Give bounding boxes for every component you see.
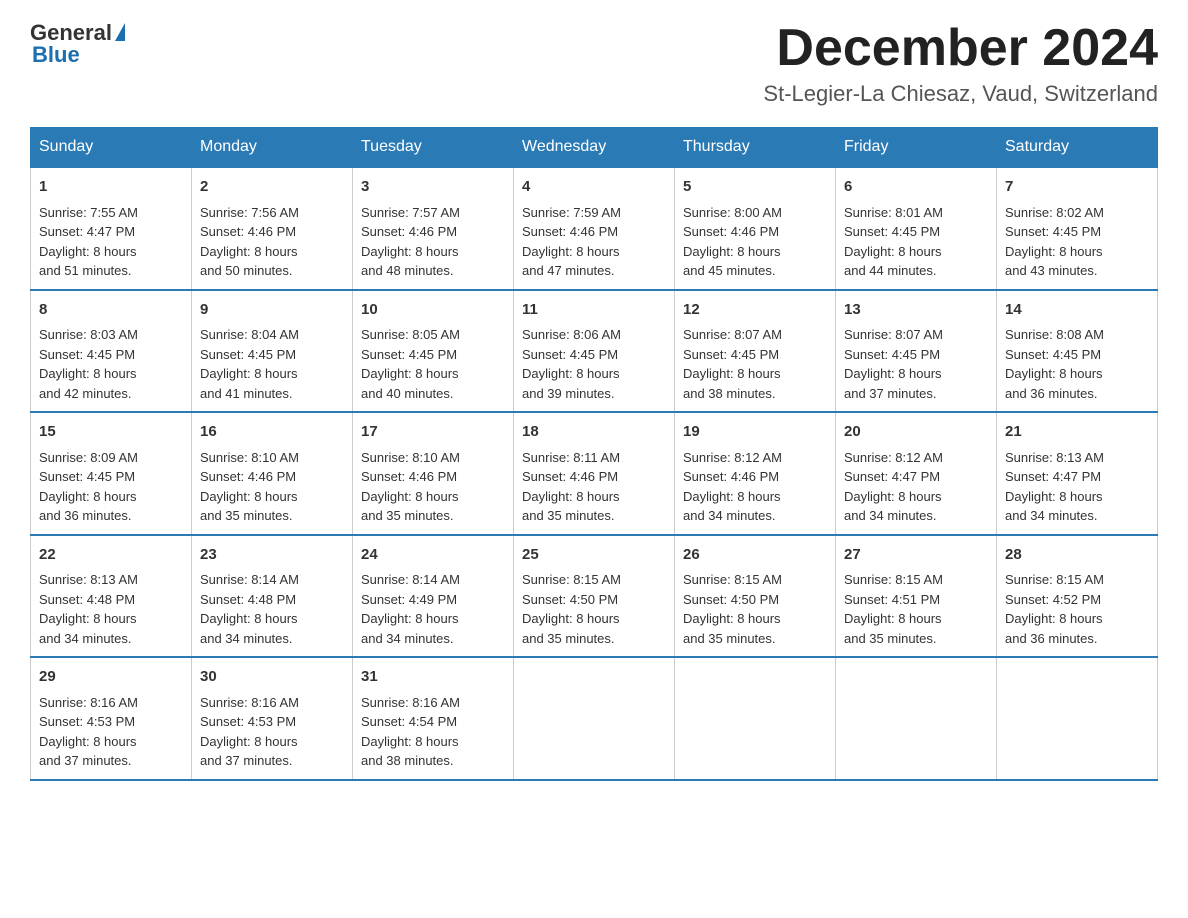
day-number: 31 xyxy=(361,666,505,689)
day-number: 10 xyxy=(361,299,505,322)
calendar-week-row: 15Sunrise: 8:09 AMSunset: 4:45 PMDayligh… xyxy=(31,412,1158,535)
weekday-header-saturday: Saturday xyxy=(997,128,1158,168)
calendar-cell: 8Sunrise: 8:03 AMSunset: 4:45 PMDaylight… xyxy=(31,290,192,413)
weekday-header-friday: Friday xyxy=(836,128,997,168)
calendar-cell: 1Sunrise: 7:55 AMSunset: 4:47 PMDaylight… xyxy=(31,167,192,290)
logo: General Blue xyxy=(30,20,125,68)
calendar-cell: 31Sunrise: 8:16 AMSunset: 4:54 PMDayligh… xyxy=(353,657,514,780)
day-number: 22 xyxy=(39,544,183,567)
day-number: 1 xyxy=(39,176,183,199)
calendar-week-row: 8Sunrise: 8:03 AMSunset: 4:45 PMDaylight… xyxy=(31,290,1158,413)
calendar-cell: 13Sunrise: 8:07 AMSunset: 4:45 PMDayligh… xyxy=(836,290,997,413)
calendar-cell: 30Sunrise: 8:16 AMSunset: 4:53 PMDayligh… xyxy=(192,657,353,780)
day-number: 9 xyxy=(200,299,344,322)
day-number: 24 xyxy=(361,544,505,567)
calendar-cell: 6Sunrise: 8:01 AMSunset: 4:45 PMDaylight… xyxy=(836,167,997,290)
day-number: 8 xyxy=(39,299,183,322)
day-number: 28 xyxy=(1005,544,1149,567)
calendar-cell: 3Sunrise: 7:57 AMSunset: 4:46 PMDaylight… xyxy=(353,167,514,290)
calendar-cell xyxy=(836,657,997,780)
calendar-cell: 26Sunrise: 8:15 AMSunset: 4:50 PMDayligh… xyxy=(675,535,836,658)
day-number: 29 xyxy=(39,666,183,689)
calendar-cell: 12Sunrise: 8:07 AMSunset: 4:45 PMDayligh… xyxy=(675,290,836,413)
day-number: 5 xyxy=(683,176,827,199)
location-title: St-Legier-La Chiesaz, Vaud, Switzerland xyxy=(763,81,1158,107)
day-number: 20 xyxy=(844,421,988,444)
calendar-cell: 17Sunrise: 8:10 AMSunset: 4:46 PMDayligh… xyxy=(353,412,514,535)
day-number: 30 xyxy=(200,666,344,689)
calendar-cell: 20Sunrise: 8:12 AMSunset: 4:47 PMDayligh… xyxy=(836,412,997,535)
title-block: December 2024 St-Legier-La Chiesaz, Vaud… xyxy=(763,20,1158,107)
calendar-cell: 22Sunrise: 8:13 AMSunset: 4:48 PMDayligh… xyxy=(31,535,192,658)
calendar-cell: 11Sunrise: 8:06 AMSunset: 4:45 PMDayligh… xyxy=(514,290,675,413)
day-number: 25 xyxy=(522,544,666,567)
weekday-header-monday: Monday xyxy=(192,128,353,168)
calendar-week-row: 29Sunrise: 8:16 AMSunset: 4:53 PMDayligh… xyxy=(31,657,1158,780)
calendar-cell: 24Sunrise: 8:14 AMSunset: 4:49 PMDayligh… xyxy=(353,535,514,658)
day-number: 4 xyxy=(522,176,666,199)
day-number: 11 xyxy=(522,299,666,322)
weekday-header-wednesday: Wednesday xyxy=(514,128,675,168)
day-number: 19 xyxy=(683,421,827,444)
calendar-week-row: 22Sunrise: 8:13 AMSunset: 4:48 PMDayligh… xyxy=(31,535,1158,658)
calendar-cell: 21Sunrise: 8:13 AMSunset: 4:47 PMDayligh… xyxy=(997,412,1158,535)
day-number: 26 xyxy=(683,544,827,567)
calendar-week-row: 1Sunrise: 7:55 AMSunset: 4:47 PMDaylight… xyxy=(31,167,1158,290)
calendar-cell: 5Sunrise: 8:00 AMSunset: 4:46 PMDaylight… xyxy=(675,167,836,290)
calendar-cell xyxy=(997,657,1158,780)
calendar-cell: 15Sunrise: 8:09 AMSunset: 4:45 PMDayligh… xyxy=(31,412,192,535)
calendar-cell: 7Sunrise: 8:02 AMSunset: 4:45 PMDaylight… xyxy=(997,167,1158,290)
calendar-cell xyxy=(675,657,836,780)
weekday-header-sunday: Sunday xyxy=(31,128,192,168)
day-number: 6 xyxy=(844,176,988,199)
day-number: 27 xyxy=(844,544,988,567)
day-number: 13 xyxy=(844,299,988,322)
calendar-cell: 2Sunrise: 7:56 AMSunset: 4:46 PMDaylight… xyxy=(192,167,353,290)
logo-blue-text: Blue xyxy=(32,42,80,68)
day-number: 14 xyxy=(1005,299,1149,322)
day-number: 18 xyxy=(522,421,666,444)
weekday-header-row: SundayMondayTuesdayWednesdayThursdayFrid… xyxy=(31,128,1158,168)
month-title: December 2024 xyxy=(763,20,1158,77)
day-number: 17 xyxy=(361,421,505,444)
calendar-cell: 28Sunrise: 8:15 AMSunset: 4:52 PMDayligh… xyxy=(997,535,1158,658)
calendar-cell: 25Sunrise: 8:15 AMSunset: 4:50 PMDayligh… xyxy=(514,535,675,658)
calendar-cell: 9Sunrise: 8:04 AMSunset: 4:45 PMDaylight… xyxy=(192,290,353,413)
day-number: 3 xyxy=(361,176,505,199)
calendar-cell xyxy=(514,657,675,780)
calendar-cell: 18Sunrise: 8:11 AMSunset: 4:46 PMDayligh… xyxy=(514,412,675,535)
calendar-table: SundayMondayTuesdayWednesdayThursdayFrid… xyxy=(30,127,1158,781)
calendar-cell: 10Sunrise: 8:05 AMSunset: 4:45 PMDayligh… xyxy=(353,290,514,413)
day-number: 16 xyxy=(200,421,344,444)
calendar-cell: 4Sunrise: 7:59 AMSunset: 4:46 PMDaylight… xyxy=(514,167,675,290)
calendar-cell: 29Sunrise: 8:16 AMSunset: 4:53 PMDayligh… xyxy=(31,657,192,780)
day-number: 2 xyxy=(200,176,344,199)
day-number: 21 xyxy=(1005,421,1149,444)
weekday-header-tuesday: Tuesday xyxy=(353,128,514,168)
calendar-cell: 19Sunrise: 8:12 AMSunset: 4:46 PMDayligh… xyxy=(675,412,836,535)
day-number: 15 xyxy=(39,421,183,444)
calendar-cell: 27Sunrise: 8:15 AMSunset: 4:51 PMDayligh… xyxy=(836,535,997,658)
calendar-cell: 14Sunrise: 8:08 AMSunset: 4:45 PMDayligh… xyxy=(997,290,1158,413)
logo-triangle-icon xyxy=(115,23,125,41)
calendar-cell: 16Sunrise: 8:10 AMSunset: 4:46 PMDayligh… xyxy=(192,412,353,535)
day-number: 7 xyxy=(1005,176,1149,199)
page-header: General Blue December 2024 St-Legier-La … xyxy=(30,20,1158,107)
weekday-header-thursday: Thursday xyxy=(675,128,836,168)
day-number: 12 xyxy=(683,299,827,322)
day-number: 23 xyxy=(200,544,344,567)
calendar-cell: 23Sunrise: 8:14 AMSunset: 4:48 PMDayligh… xyxy=(192,535,353,658)
